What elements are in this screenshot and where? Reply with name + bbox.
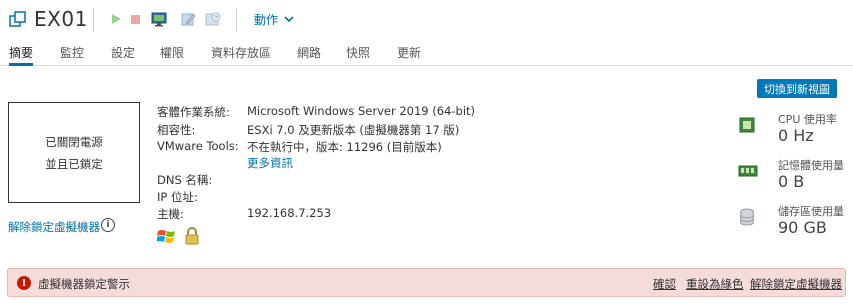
lock-icon bbox=[185, 227, 199, 245]
host-label: 主機: bbox=[157, 207, 184, 221]
tab-permissions[interactable]: 權限 bbox=[160, 44, 184, 66]
compatibility-value: ESXi 7.0 及更新版本 (虛擬機器第 17 版) bbox=[247, 123, 460, 137]
memory-icon bbox=[738, 165, 758, 177]
alert-unlock-link[interactable]: 解除鎖定虛擬機器 bbox=[750, 276, 842, 292]
storage-usage-label: 儲存區使用量 bbox=[778, 205, 844, 218]
edit-settings-icon[interactable] bbox=[180, 11, 196, 27]
power-off-icon[interactable] bbox=[127, 11, 143, 27]
cpu-usage-label: CPU 使用率 bbox=[778, 113, 837, 126]
dns-name-label: DNS 名稱: bbox=[157, 173, 213, 187]
tab-snapshots[interactable]: 快照 bbox=[346, 44, 370, 66]
unlock-vm-link[interactable]: 解除鎖定虛擬機器 bbox=[8, 219, 100, 235]
actions-menu[interactable]: 動作 bbox=[254, 11, 294, 28]
storage-usage-value: 90 GB bbox=[778, 218, 827, 237]
tab-configure[interactable]: 設定 bbox=[111, 44, 135, 66]
lock-state-text: 並且已鎖定 bbox=[45, 156, 103, 171]
power-state-text: 已關閉電源 bbox=[45, 134, 103, 149]
snapshot-icon[interactable] bbox=[205, 11, 221, 27]
vm-title: EX01 bbox=[34, 7, 88, 31]
tab-monitor[interactable]: 監控 bbox=[60, 44, 84, 66]
windows-logo-icon bbox=[157, 230, 175, 243]
vmware-tools-value: 不在執行中，版本: 11296 (目前版本) bbox=[247, 140, 442, 154]
vmware-tools-label: VMware Tools: bbox=[157, 139, 239, 153]
guest-os-value: Microsoft Windows Server 2019 (64-bit) bbox=[247, 104, 476, 118]
vm-header: EX01 動作 bbox=[0, 0, 853, 40]
ip-address-label: IP 位址: bbox=[157, 190, 198, 204]
info-icon[interactable]: i bbox=[101, 218, 115, 232]
toolbar-divider bbox=[93, 8, 94, 32]
tab-updates[interactable]: 更新 bbox=[397, 44, 421, 66]
memory-usage-label: 記憶體使用量 bbox=[778, 159, 844, 172]
tab-datastores[interactable]: 資料存放區 bbox=[211, 44, 271, 66]
power-on-icon[interactable] bbox=[108, 11, 124, 27]
vm-locked-alert: ! 虛擬機器鎖定警示 確認 重設為綠色 解除鎖定虛擬機器 bbox=[7, 268, 846, 297]
tab-bar: 摘要 監控 設定 權限 資料存放區 網路 快照 更新 bbox=[0, 40, 853, 66]
more-info-link[interactable]: 更多資訊 bbox=[247, 155, 293, 171]
console-icon[interactable] bbox=[151, 11, 167, 27]
vm-icon bbox=[9, 11, 26, 27]
chevron-down-icon bbox=[284, 16, 294, 23]
alert-reset-green-link[interactable]: 重設為綠色 bbox=[686, 276, 744, 292]
alert-confirm-link[interactable]: 確認 bbox=[653, 276, 676, 292]
tab-summary[interactable]: 摘要 bbox=[9, 44, 34, 66]
guest-os-label: 客體作業系統: bbox=[157, 105, 230, 119]
switch-view-button[interactable]: 切換到新視圖 bbox=[757, 79, 837, 98]
cpu-usage-value: 0 Hz bbox=[778, 126, 814, 145]
toolbar-divider bbox=[236, 8, 237, 32]
compatibility-label: 相容性: bbox=[157, 123, 196, 137]
host-value: 192.168.7.253 bbox=[247, 206, 332, 220]
alert-icon: ! bbox=[17, 276, 31, 290]
actions-label: 動作 bbox=[254, 13, 279, 27]
storage-icon bbox=[740, 208, 754, 226]
memory-usage-value: 0 B bbox=[778, 172, 805, 191]
alert-message: 虛擬機器鎖定警示 bbox=[38, 277, 130, 291]
console-thumbnail[interactable]: 已關閉電源 並且已鎖定 bbox=[8, 102, 140, 203]
cpu-icon bbox=[739, 117, 755, 133]
tab-networks[interactable]: 網路 bbox=[297, 44, 321, 66]
